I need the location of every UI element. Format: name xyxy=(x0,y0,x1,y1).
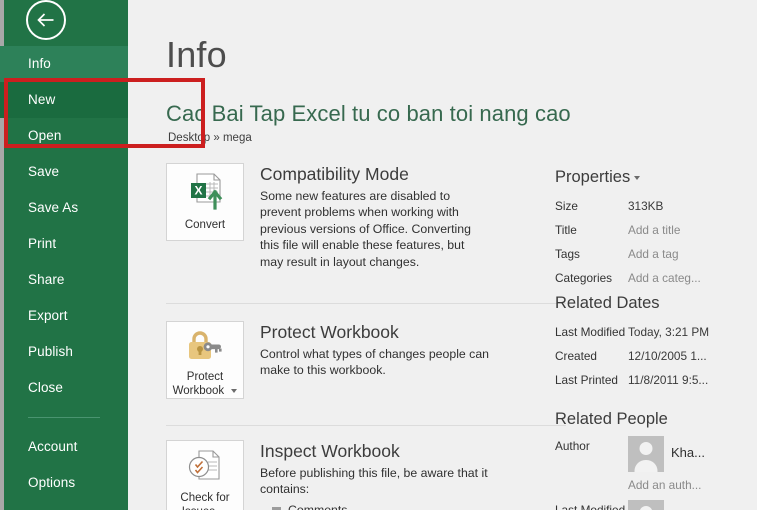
sidebar-item-account[interactable]: Account xyxy=(0,429,128,465)
inspect-workbook-body: Inspect Workbook Before publishing this … xyxy=(260,440,566,510)
inspect-document-icon xyxy=(186,449,224,488)
date-value: Today, 3:21 PM xyxy=(628,325,710,339)
protect-workbook-button-label: Protect Workbook xyxy=(167,370,243,398)
sidebar-item-share[interactable]: Share xyxy=(0,262,128,298)
property-key: Tags xyxy=(555,247,580,261)
sidebar-item-label: Print xyxy=(28,236,57,251)
compatibility-mode-heading: Compatibility Mode xyxy=(260,164,409,184)
inspect-workbook-block: Check forIssues Inspect Workbook Before … xyxy=(166,440,566,510)
sidebar-item-label: Close xyxy=(28,380,64,395)
date-row-last-modified: Last Modified Today, 3:21 PM xyxy=(555,320,757,344)
sidebar-item-options[interactable]: Options xyxy=(0,465,128,501)
property-row-size: Size 313KB xyxy=(555,194,757,218)
convert-button-label: Convert xyxy=(184,219,226,231)
sidebar-item-info[interactable]: Info xyxy=(0,46,128,82)
date-value: 12/10/2005 1... xyxy=(628,349,707,363)
section-divider xyxy=(166,303,566,304)
backstage-sidebar: Info New Open Save Save As Print Share E… xyxy=(0,0,128,510)
related-dates-section: Related Dates Last Modified Today, 3:21 … xyxy=(555,294,757,392)
compatibility-mode-block: X Convert Compatibility Mode Some new fe… xyxy=(166,163,566,270)
author-row: Author Kha... xyxy=(555,436,757,472)
last-modified-by-row: Last Modified By xyxy=(555,500,757,510)
date-row-created: Created 12/10/2005 1... xyxy=(555,344,757,368)
sidebar-item-close[interactable]: Close xyxy=(0,370,128,406)
property-row-title[interactable]: Title Add a title xyxy=(555,218,757,242)
convert-button[interactable]: X Convert xyxy=(166,163,244,241)
protect-workbook-button[interactable]: Protect Workbook xyxy=(166,321,244,399)
check-for-issues-button-label: Check forIssues xyxy=(167,491,243,510)
sidebar-item-label: Share xyxy=(28,272,65,287)
sidebar-item-label: New xyxy=(28,92,56,107)
date-key: Last Printed xyxy=(555,373,618,387)
sidebar-nav-list: Info New Open Save Save As Print Share E… xyxy=(0,46,128,501)
property-key: Title xyxy=(555,223,577,237)
avatar xyxy=(628,436,664,472)
property-value[interactable]: Add a categ... xyxy=(628,266,701,290)
sidebar-item-label: Save xyxy=(28,164,60,179)
inspect-bullet-item: Comments xyxy=(272,503,566,510)
protect-workbook-heading: Protect Workbook xyxy=(260,322,399,342)
date-row-last-printed: Last Printed 11/8/2011 9:5... xyxy=(555,368,757,392)
avatar xyxy=(628,500,664,510)
back-arrow-icon xyxy=(37,13,55,27)
related-people-heading: Related People xyxy=(555,410,668,428)
property-row-categories[interactable]: Categories Add a categ... xyxy=(555,266,757,290)
author-name: Kha... xyxy=(671,445,705,460)
lock-key-icon xyxy=(185,330,225,367)
properties-pane: Properties Size 313KB Title Add a title … xyxy=(555,0,757,510)
author-key: Author xyxy=(555,439,590,453)
last-modified-by-key: Last Modified By xyxy=(555,503,626,510)
sidebar-item-new[interactable]: New xyxy=(0,82,128,118)
related-dates-heading: Related Dates xyxy=(555,294,660,312)
sidebar-item-label: Save As xyxy=(28,200,79,215)
sidebar-item-save-as[interactable]: Save As xyxy=(0,190,128,226)
page-title: Info xyxy=(166,34,227,75)
document-breadcrumb: Desktop » mega xyxy=(168,132,252,144)
property-value: 313KB xyxy=(628,199,664,213)
chevron-down-icon xyxy=(231,388,238,393)
convert-excel-icon: X xyxy=(185,172,225,215)
compatibility-mode-body: Compatibility Mode Some new features are… xyxy=(260,163,566,270)
related-people-section: Related People Author Kha... Add an auth… xyxy=(555,410,757,510)
svg-text:X: X xyxy=(194,184,202,198)
inspect-bullet-label: Comments xyxy=(288,502,348,510)
property-key: Categories xyxy=(555,271,613,285)
inspect-workbook-description: Before publishing this file, be aware th… xyxy=(260,466,488,497)
properties-section: Properties Size 313KB Title Add a title … xyxy=(555,168,757,290)
sidebar-item-label: Info xyxy=(28,56,51,71)
properties-heading[interactable]: Properties xyxy=(555,168,757,187)
sidebar-item-save[interactable]: Save xyxy=(0,154,128,190)
check-for-issues-button[interactable]: Check forIssues xyxy=(166,440,244,510)
sidebar-item-print[interactable]: Print xyxy=(0,226,128,262)
back-button[interactable] xyxy=(26,0,66,40)
sidebar-item-publish[interactable]: Publish xyxy=(0,334,128,370)
document-title: Cac Bai Tap Excel tu co ban toi nang cao xyxy=(166,101,571,126)
protect-workbook-body: Protect Workbook Control what types of c… xyxy=(260,321,566,379)
sidebar-divider xyxy=(28,417,100,418)
inspect-workbook-heading: Inspect Workbook xyxy=(260,441,400,461)
date-key: Last Modified xyxy=(555,325,626,339)
protect-workbook-block: Protect Workbook Protect Workbook Control… xyxy=(166,321,566,399)
property-row-tags[interactable]: Tags Add a tag xyxy=(555,242,757,266)
date-value: 11/8/2011 9:5... xyxy=(628,373,709,387)
sidebar-item-label: Open xyxy=(28,128,62,143)
sidebar-item-label: Export xyxy=(28,308,68,323)
property-key: Size xyxy=(555,199,578,213)
sidebar-item-label: Publish xyxy=(28,344,73,359)
sidebar-item-label: Options xyxy=(28,475,76,490)
add-author-link[interactable]: Add an auth... xyxy=(628,478,757,492)
property-value[interactable]: Add a tag xyxy=(628,242,679,266)
sidebar-item-open[interactable]: Open xyxy=(0,118,128,154)
chevron-down-icon xyxy=(634,175,641,180)
property-value[interactable]: Add a title xyxy=(628,218,680,242)
date-key: Created xyxy=(555,349,597,363)
section-divider xyxy=(166,425,566,426)
protect-workbook-description: Control what types of changes people can… xyxy=(260,347,490,378)
sidebar-item-label: Account xyxy=(28,439,78,454)
compatibility-mode-description: Some new features are disabled to preven… xyxy=(260,189,471,269)
sidebar-item-export[interactable]: Export xyxy=(0,298,128,334)
